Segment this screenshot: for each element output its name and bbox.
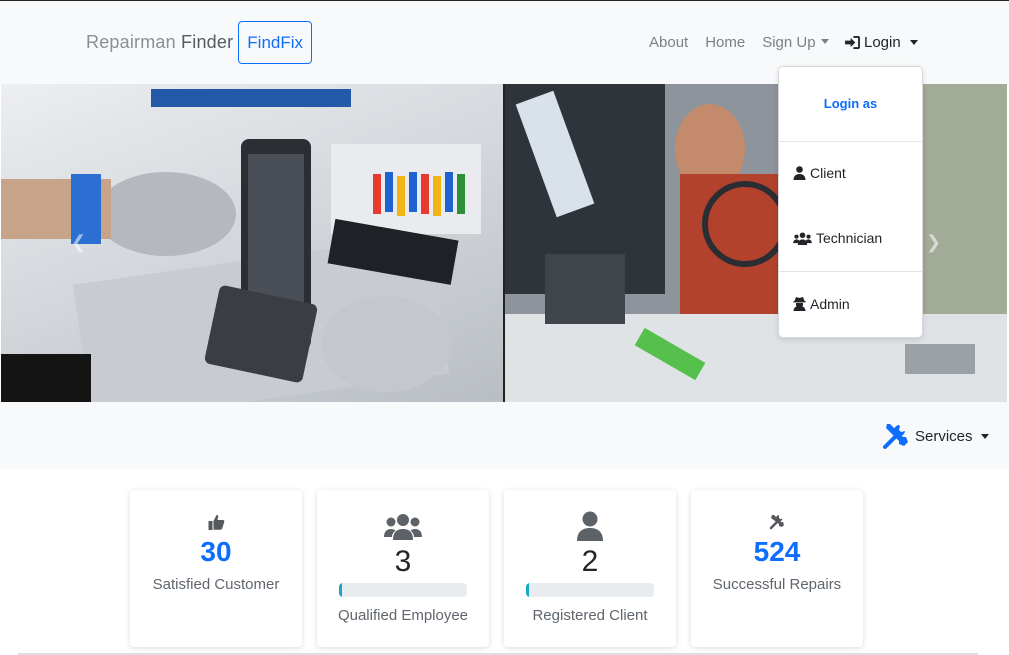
tools-icon [883,424,908,449]
divider [779,141,922,142]
brand[interactable]: Repairman Finder FindFix [86,21,313,64]
login-as-technician[interactable]: Technician [793,230,882,246]
users-icon [793,231,812,245]
caret-down-icon [820,39,829,44]
nav-about[interactable]: About [649,34,688,51]
brand-name-light: Repairman [86,32,176,52]
nav-login[interactable]: Login [845,34,918,51]
stat-value: 30 [200,536,232,567]
stat-value: 524 [753,536,801,567]
carousel-next-icon[interactable]: ❯ [926,232,941,253]
sign-in-icon [845,36,860,49]
stat-value: 2 [581,545,599,578]
services-bar: Services [0,402,1009,469]
login-dropdown-header: Login as [823,96,878,111]
nav-links: About Home Sign Up [649,34,846,51]
brand-name-dark: Finder [181,32,234,52]
services-label: Services [915,427,973,445]
progress-fill [339,583,342,597]
login-as-technician-label: Technician [816,230,883,246]
login-dropdown-menu: Login as Client Technician Admin [778,66,923,338]
nav-home[interactable]: Home [705,34,745,51]
stat-label: Satisfied Customer [152,576,280,593]
thumbs-up-icon [130,514,302,530]
divider [779,271,922,272]
nav-signup-label: Sign Up [762,34,816,51]
stat-label: Successful Repairs [712,576,842,593]
nav-signup[interactable]: Sign Up [762,34,829,51]
nav-login-label: Login [864,34,901,51]
brand-badge[interactable]: FindFix [238,21,313,64]
stat-label: Registered Client [532,607,648,624]
progress-bar [526,583,654,597]
progress-bar [339,583,467,597]
login-as-admin-label: Admin [810,296,850,312]
login-as-client[interactable]: Client [793,165,846,181]
stat-label: Qualified Employee [337,607,469,624]
services-dropdown[interactable]: Services [881,421,989,451]
user-icon [504,511,676,541]
login-as-client-label: Client [810,165,846,181]
stat-card-satisfied-customer: 30 Satisfied Customer [130,490,302,647]
users-icon [317,513,489,540]
stat-card-registered-client: 2 Registered Client [504,490,676,647]
tools-icon [691,514,863,530]
caret-down-icon [980,433,989,439]
progress-fill [526,583,529,597]
stat-card-qualified-employee: 3 Qualified Employee [317,490,489,647]
stat-card-successful-repairs: 524 Successful Repairs [691,490,863,647]
carousel-prev-icon[interactable]: ❮ [71,232,86,253]
user-icon [793,166,806,180]
stat-value: 3 [394,545,412,578]
login-as-admin[interactable]: Admin [793,296,850,312]
caret-down-icon [909,40,918,45]
user-secret-icon [793,297,806,311]
brand-name: Repairman Finder [86,32,233,53]
